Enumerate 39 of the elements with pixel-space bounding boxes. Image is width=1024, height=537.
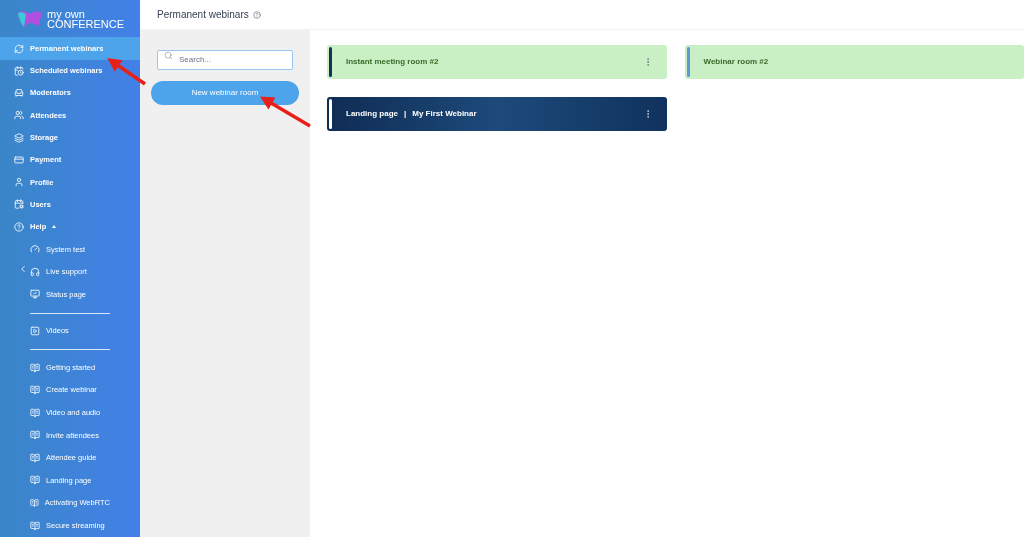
annotation-arrow [107,58,146,86]
calendar-icon [14,199,24,210]
room-card[interactable]: Instant meeting room #2 [327,45,667,79]
layers-icon [14,132,24,143]
logo-text: my own [47,8,86,19]
book-icon [30,520,40,531]
search-icon [164,50,173,60]
book-icon [30,475,40,486]
book-icon [30,452,40,463]
help-icon [14,221,24,232]
person-icon [14,177,24,188]
refresh-icon [14,43,24,54]
room-subtitle: My First Webinar [412,108,477,120]
people-icon [14,110,24,121]
room-card-banner[interactable]: Landing page | My First Webinar [327,97,667,131]
room-title: Webinar room #2 [703,56,769,68]
room-title: Landing page [346,108,398,120]
collapse-icon[interactable] [18,264,28,274]
chair-icon [14,88,24,99]
title-separator: | [404,108,407,120]
help-icon[interactable] [252,10,261,19]
book-icon [30,498,39,509]
headphones-icon [30,266,40,277]
room-card[interactable]: Webinar room #2 [684,45,1024,79]
book-icon [30,385,40,396]
search-field[interactable]: Search... [157,49,293,70]
book-icon [30,362,40,373]
annotation-arrow [259,96,311,128]
new-room-button[interactable]: New webinar room [151,81,299,105]
calendar-icon [14,65,24,76]
logo-icon [16,8,44,29]
page-title: Permanent webinars [157,8,249,22]
book-icon [30,407,40,418]
gauge-icon [30,244,40,255]
card-icon [14,154,24,165]
play-icon [30,325,40,336]
room-title: Instant meeting room #2 [346,56,439,68]
book-icon [30,430,40,441]
monitor-icon [30,289,40,300]
